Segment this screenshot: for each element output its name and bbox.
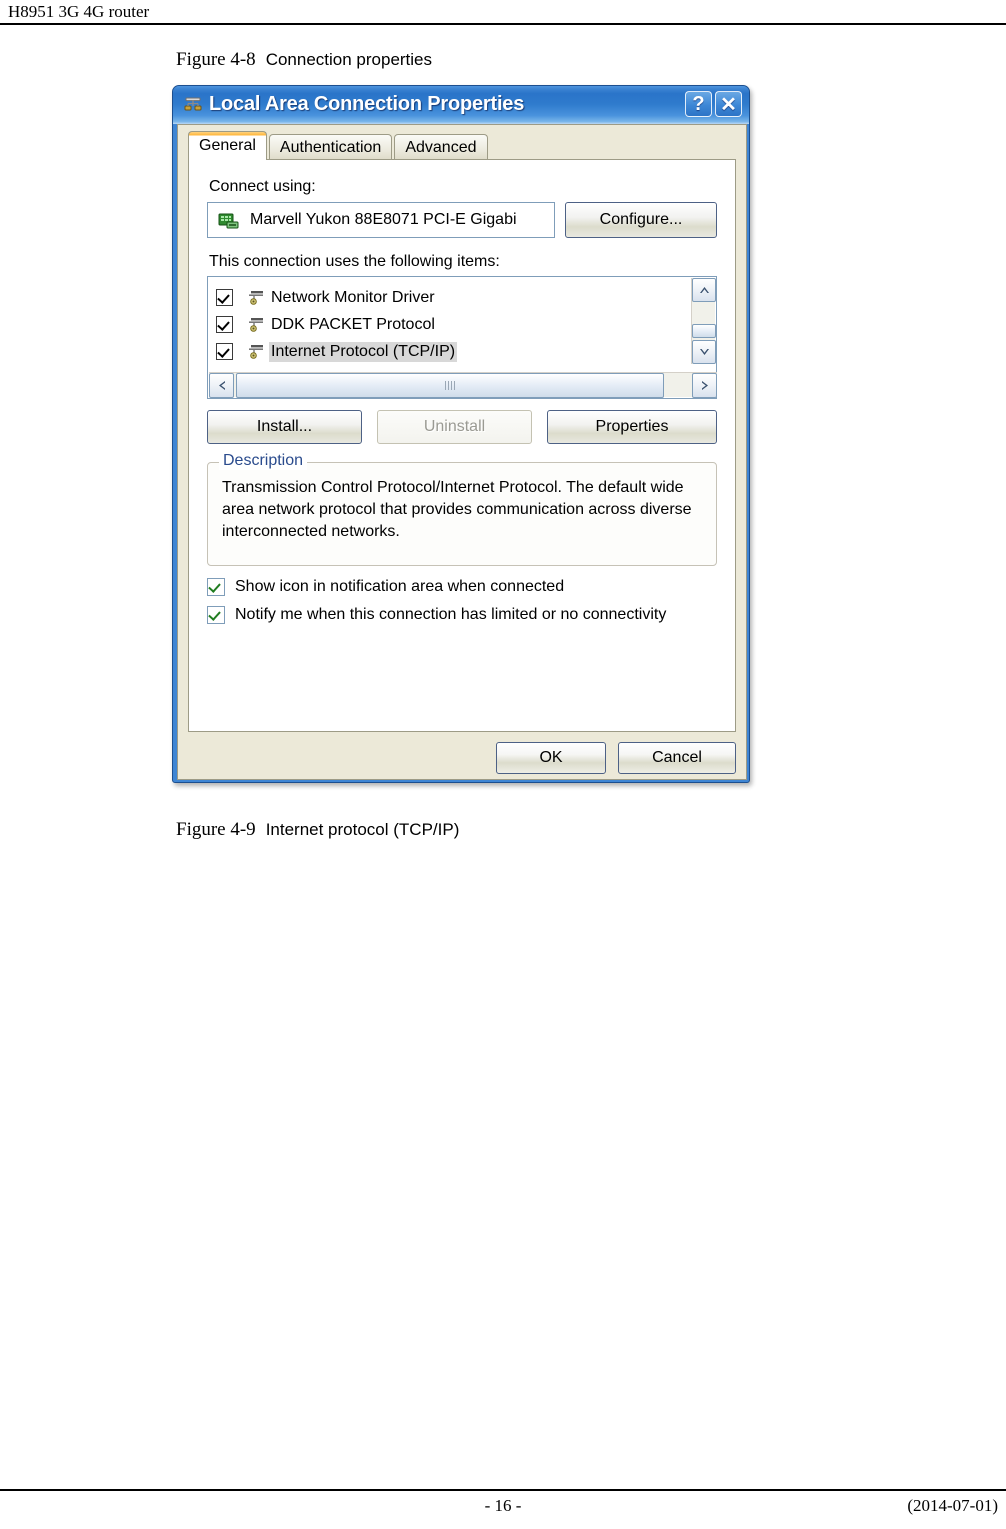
tab-advanced[interactable]: Advanced [394,134,488,160]
ok-button[interactable]: OK [496,742,606,774]
list-item-label: Network Monitor Driver [271,288,435,306]
document-date: (2014-07-01) [907,1496,998,1515]
notify-option[interactable]: Notify me when this connection has limit… [207,606,666,624]
scroll-up-icon[interactable] [692,278,716,302]
page-header-title: H8951 3G 4G router [8,2,150,21]
footer-divider [0,1489,1006,1491]
protocol-icon [244,344,264,359]
list-item[interactable]: Network Monitor Driver [216,284,674,311]
figure-4-8-number: Figure 4-8 [176,49,256,70]
description-legend: Description [219,452,308,470]
protocol-icon [244,317,264,332]
list-item-label: Internet Protocol (TCP/IP) [269,341,458,362]
figure-4-9-title: Internet protocol (TCP/IP) [265,820,460,839]
description-text: Transmission Control Protocol/Internet P… [222,479,692,540]
scroll-thumb-vertical[interactable] [692,324,716,338]
list-item[interactable]: Internet Protocol (TCP/IP) [216,338,674,365]
connect-using-label: Connect using: [209,178,316,195]
close-icon[interactable]: ✕ [715,91,742,117]
uninstall-button: Uninstall [377,410,532,444]
dialog-client-area: General Authentication Advanced Connect … [177,124,747,780]
install-button[interactable]: Install... [207,410,362,444]
header-divider [0,23,1006,25]
adapter-name: Marvell Yukon 88E8071 PCI-E Gigabi [250,211,517,228]
connection-items-label: This connection uses the following items… [209,253,500,270]
tab-authentication[interactable]: Authentication [268,134,393,160]
figure-4-9-number: Figure 4-9 [176,819,256,840]
scroll-thumb-horizontal[interactable] [236,373,664,398]
item-checkbox[interactable] [216,343,233,360]
show-icon-label: Show icon in notification area when conn… [235,578,565,595]
connection-items-list[interactable]: Network Monitor Driver DDK PACKET Protoc… [207,276,717,399]
tab-page-general: Connect using: Marvell Yukon 88E8071 PCI… [188,159,736,732]
network-adapter-icon [218,212,239,229]
tab-general[interactable]: General [188,131,267,160]
list-rows: Network Monitor Driver DDK PACKET Protoc… [208,277,674,365]
scroll-grip-icon [444,381,456,390]
list-item[interactable]: DDK PACKET Protocol [216,311,674,338]
dialog-window-buttons: ? ✕ [685,91,742,117]
item-checkbox[interactable] [216,316,233,333]
list-vertical-scrollbar[interactable] [691,278,716,364]
figure-4-9-caption: Figure 4-9 Internet protocol (TCP/IP) [176,819,459,841]
show-icon-option[interactable]: Show icon in notification area when conn… [207,578,564,596]
dialog-titlebar[interactable]: Local Area Connection Properties ? ✕ [173,86,749,124]
list-item-label: DDK PACKET Protocol [271,315,435,333]
cancel-button[interactable]: Cancel [618,742,736,774]
item-checkbox[interactable] [216,289,233,306]
scroll-right-icon[interactable] [692,373,717,398]
scroll-down-icon[interactable] [692,340,716,364]
adapter-field[interactable]: Marvell Yukon 88E8071 PCI-E Gigabi [207,202,555,238]
show-icon-checkbox[interactable] [207,578,225,596]
help-button[interactable]: ? [685,91,712,117]
properties-button[interactable]: Properties [547,410,717,444]
notify-label: Notify me when this connection has limit… [235,606,667,623]
figure-4-8-title: Connection properties [265,50,433,69]
local-area-connection-properties-dialog: Local Area Connection Properties ? ✕ Gen… [172,85,750,783]
scroll-left-icon[interactable] [209,373,234,398]
configure-button[interactable]: Configure... [565,202,717,238]
page-header: H8951 3G 4G router [0,0,1006,28]
page-number: - 16 - [484,1496,522,1515]
tab-strip: General Authentication Advanced [188,131,490,160]
dialog-title: Local Area Connection Properties [209,93,525,115]
notify-checkbox[interactable] [207,606,225,624]
list-horizontal-scrollbar[interactable] [209,372,717,398]
description-groupbox: Description Transmission Control Protoco… [207,452,717,566]
protocol-icon [244,290,264,305]
network-connection-icon [184,97,202,113]
figure-4-8-caption: Figure 4-8 Connection properties [176,49,432,71]
